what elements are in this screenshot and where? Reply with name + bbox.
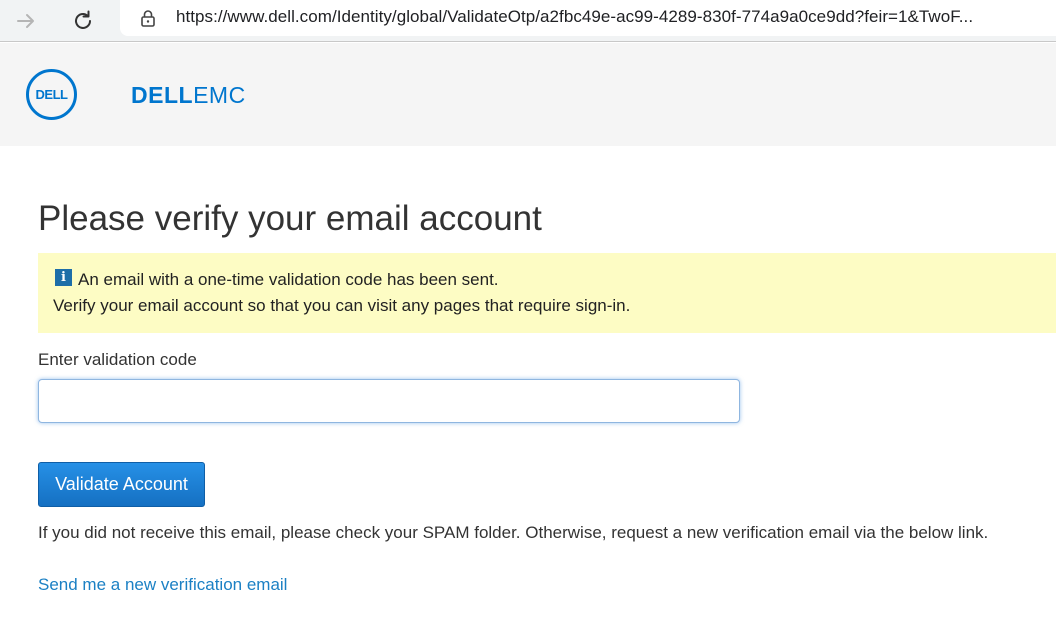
resend-verification-link[interactable]: Send me a new verification email [38,574,287,596]
browser-toolbar: https://www.dell.com/Identity/global/Val… [0,0,1056,42]
info-alert: i An email with a one-time validation co… [38,253,1056,333]
reload-button[interactable] [66,4,100,38]
validation-code-input[interactable] [38,379,740,423]
address-bar[interactable]: https://www.dell.com/Identity/global/Val… [120,0,1056,36]
info-message-line1: An email with a one-time validation code… [78,270,499,289]
lock-icon [141,10,155,27]
validate-account-button[interactable]: Validate Account [38,462,205,507]
url-text[interactable]: https://www.dell.com/Identity/global/Val… [176,7,1052,27]
validation-code-label: Enter validation code [38,350,197,369]
info-icon: i [55,269,72,286]
reload-icon [75,10,91,29]
arrow-right-icon [17,14,34,28]
brand-light: EMC [193,82,246,108]
dell-emc-wordmark: DELLEMC [131,81,246,109]
spam-note: If you did not receive this email, pleas… [38,523,989,542]
dell-logo[interactable]: DELL [26,69,77,120]
info-message-line2: Verify your email account so that you ca… [53,296,631,315]
page-title: Please verify your email account [38,199,542,238]
dell-logo-text: DELL [35,87,68,102]
forward-button[interactable] [9,4,43,38]
site-header: DELL DELLEMC [0,43,1056,146]
brand-bold: DELL [131,82,194,108]
